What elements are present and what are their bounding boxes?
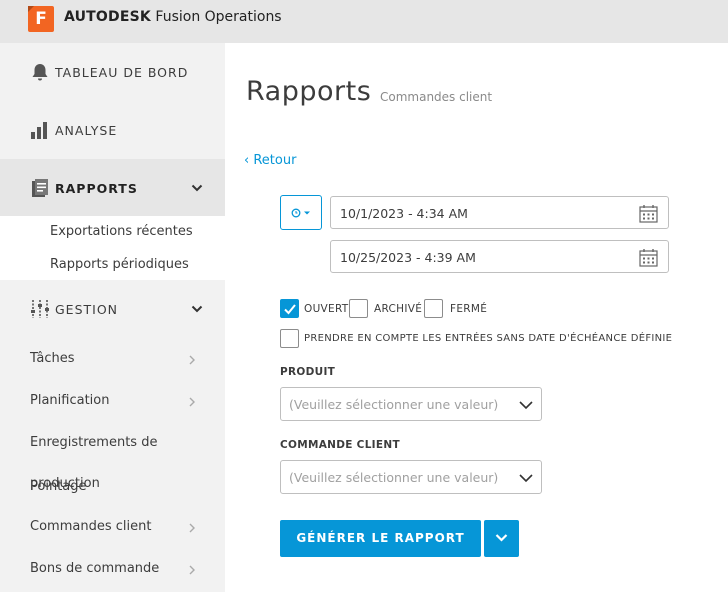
ouvert-label: OUVERT xyxy=(304,303,349,315)
archive-checkbox[interactable] xyxy=(349,299,368,318)
brand-autodesk: AUTODESK xyxy=(64,9,151,25)
bell-icon xyxy=(32,64,48,81)
top-bar: F AUTODESK Fusion Operations xyxy=(0,0,728,43)
commande-client-placeholder: (Veuillez sélectionner une valeur) xyxy=(289,470,499,485)
generate-report-dropdown-button[interactable] xyxy=(484,520,519,557)
calendar-icon[interactable] xyxy=(639,248,658,267)
sidebar-item-analyse[interactable]: ANALYSE xyxy=(0,101,225,159)
sidebar: TABLEAU DE BORD ANALYSE RAPPORTS Exporta… xyxy=(0,43,225,592)
sidebar-item-label: ANALYSE xyxy=(55,122,118,138)
fusion-logo[interactable]: F xyxy=(28,6,54,32)
chevron-down-icon xyxy=(519,474,533,483)
archive-label: ARCHIVÉ xyxy=(374,303,423,315)
chevron-right-icon xyxy=(189,355,195,365)
chevron-down-icon[interactable] xyxy=(191,182,203,194)
sidebar-item-label: GESTION xyxy=(55,301,119,317)
sidebar-item-bons-de-commande[interactable]: Bons de commande xyxy=(30,561,159,576)
page-subtitle: Commandes client xyxy=(380,90,493,104)
date-range-preset-button[interactable] xyxy=(280,195,322,230)
start-date-value: 10/1/2023 - 4:34 AM xyxy=(340,206,468,221)
sidebar-item-taches[interactable]: Tâches xyxy=(30,351,75,366)
page-title: Rapports xyxy=(246,76,372,107)
bar-chart-icon xyxy=(31,122,47,139)
sidebar-item-label: RAPPORTS xyxy=(55,180,138,196)
end-date-field[interactable]: 10/25/2023 - 4:39 AM xyxy=(330,240,669,273)
back-link[interactable]: ‹ Retour xyxy=(244,153,296,168)
checkmark-icon xyxy=(284,304,296,315)
generate-report-button[interactable]: GÉNÉRER LE RAPPORT xyxy=(280,520,481,557)
produit-label: PRODUIT xyxy=(280,366,336,378)
sidebar-item-rapports[interactable]: RAPPORTS xyxy=(0,159,225,217)
ouvert-checkbox[interactable] xyxy=(280,299,299,318)
commande-client-label: COMMANDE CLIENT xyxy=(280,439,400,451)
include-no-due-date-label: PRENDRE EN COMPTE LES ENTRÉES SANS DATE … xyxy=(304,333,673,344)
chevron-right-icon xyxy=(189,397,195,407)
report-icon xyxy=(32,179,48,197)
chevron-down-icon xyxy=(495,534,508,542)
end-date-value: 10/25/2023 - 4:39 AM xyxy=(340,250,476,265)
sidebar-item-planification[interactable]: Planification xyxy=(30,393,109,408)
brand-product: Fusion Operations xyxy=(155,9,282,25)
sidebar-item-pointage[interactable]: Pointage xyxy=(30,479,87,494)
produit-placeholder: (Veuillez sélectionner une valeur) xyxy=(289,397,499,412)
include-no-due-date-checkbox[interactable] xyxy=(280,329,299,348)
clock-icon xyxy=(291,208,310,218)
chevron-down-icon[interactable] xyxy=(191,303,203,315)
chevron-right-icon xyxy=(189,565,195,575)
calendar-icon[interactable] xyxy=(639,204,658,223)
start-date-field[interactable]: 10/1/2023 - 4:34 AM xyxy=(330,196,669,229)
chevron-down-icon xyxy=(519,401,533,410)
main-content: Rapports Commandes client ‹ Retour 10/1/… xyxy=(225,43,728,592)
commande-client-select[interactable]: (Veuillez sélectionner une valeur) xyxy=(280,460,542,494)
ferme-label: FERMÉ xyxy=(450,303,488,315)
rapports-submenu: Exportations récentes Rapports périodiqu… xyxy=(0,216,225,280)
sidebar-item-enregistrements[interactable]: Enregistrements de xyxy=(30,435,157,450)
sidebar-subitem-exportations[interactable]: Exportations récentes xyxy=(50,224,193,239)
sidebar-item-tableau-de-bord[interactable]: TABLEAU DE BORD xyxy=(0,43,225,101)
sidebar-item-label: TABLEAU DE BORD xyxy=(55,64,189,80)
sidebar-subitem-periodiques[interactable]: Rapports périodiques xyxy=(50,257,189,272)
sidebar-item-gestion[interactable]: GESTION xyxy=(0,280,225,338)
ferme-checkbox[interactable] xyxy=(424,299,443,318)
produit-select[interactable]: (Veuillez sélectionner une valeur) xyxy=(280,387,542,421)
sidebar-item-commandes-client[interactable]: Commandes client xyxy=(30,519,151,534)
chevron-right-icon xyxy=(189,523,195,533)
brand-name: AUTODESK Fusion Operations xyxy=(64,9,282,25)
sliders-icon xyxy=(31,300,49,318)
